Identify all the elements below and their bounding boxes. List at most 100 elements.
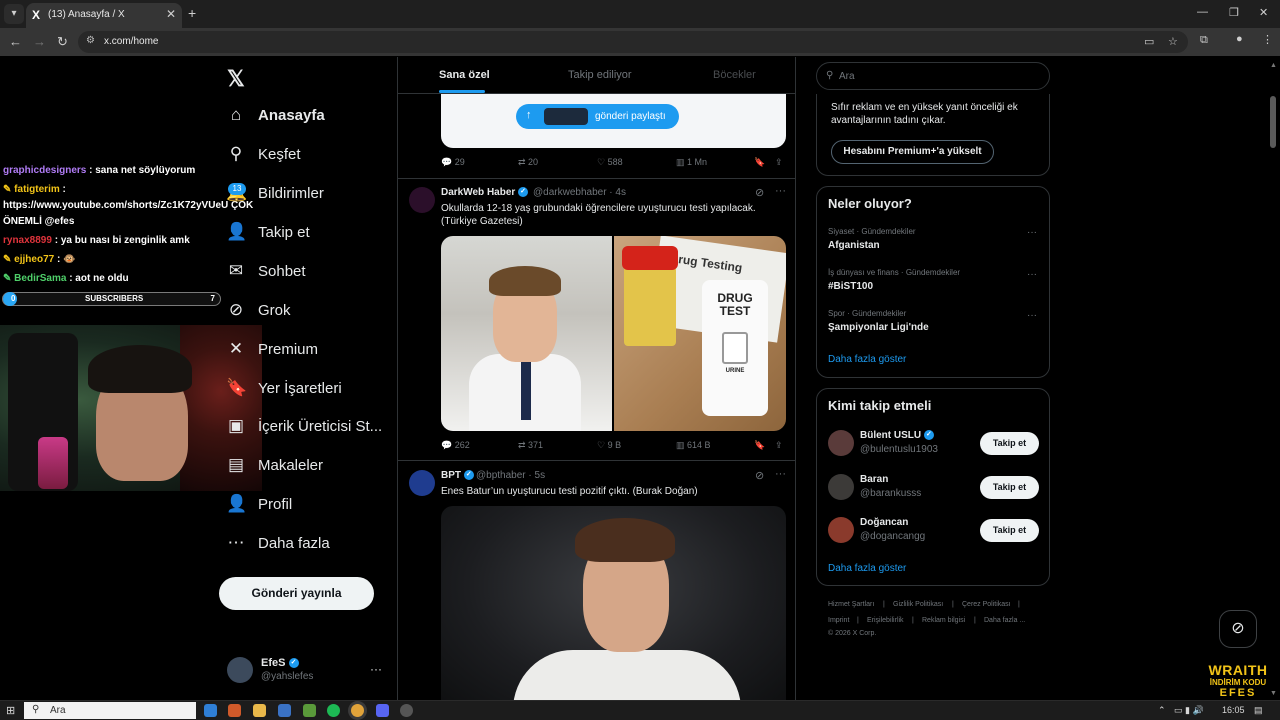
who-to-follow-show-more-link[interactable]: Daha fazla göster [828,563,906,574]
bookmark-star-icon[interactable]: ☆ [1168,35,1178,48]
nav-premium[interactable]: ✕ Premium [226,335,318,363]
tab-following[interactable]: Takip ediliyor [568,69,632,81]
nav-bookmarks[interactable]: 🔖 Yer İşaretleri [226,374,342,402]
forward-icon[interactable]: → [33,34,46,49]
reply-button[interactable]: 💬 29 [441,157,465,168]
account-avatar[interactable] [227,657,253,683]
suggested-user-avatar[interactable] [828,517,854,543]
compose-post-button[interactable]: Gönderi yayınla [219,577,374,610]
views-button[interactable]: ▥ 1 Mn [676,157,707,168]
outlook-icon[interactable] [278,704,291,717]
footer-link[interactable]: Reklam bilgisi [922,617,965,624]
nav-follow[interactable]: 👤 Takip et [226,218,310,246]
reply-button[interactable]: 💬 262 [441,440,470,451]
drug-test-photo[interactable]: Drug Testing DRUG TEST URINE [614,236,786,431]
notification-center-icon[interactable]: ▤ [1254,705,1263,716]
suggested-user-avatar[interactable] [828,474,854,500]
scroll-up-icon[interactable]: ▲ [1270,62,1277,69]
nav-profile[interactable]: 👤 Profil [226,490,292,518]
account-menu-icon[interactable]: ··· [370,662,382,676]
trend-more-icon[interactable]: ··· [1027,310,1037,321]
browser-menu-icon[interactable]: ⋮ [1262,33,1273,46]
follow-button[interactable]: Takip et [980,476,1039,499]
x-logo-icon[interactable]: 𝕏 [227,66,245,92]
repost-button[interactable]: ⇄ 20 [518,157,538,168]
shared-post-pill[interactable]: ↑ gönderi paylaştı [516,104,679,129]
footer-link[interactable]: Çerez Politikası [962,601,1011,608]
url-field[interactable]: ⚙ x.com/home ▭ ☆ [78,31,1188,53]
file-explorer-icon[interactable] [253,704,266,717]
scroll-down-icon[interactable]: ▼ [1270,690,1277,697]
grok-floating-button[interactable]: ⊘ [1219,610,1257,648]
like-button[interactable]: ♡ 9 B [597,440,621,451]
nav-articles[interactable]: ▤ Makaleler [226,451,323,479]
site-info-icon[interactable]: ⚙ [86,35,95,46]
discord-icon[interactable] [376,704,389,717]
nav-grok[interactable]: ⊘ Grok [226,296,291,324]
trend-item[interactable]: Afganistan [828,240,880,251]
suggested-user-avatar[interactable] [828,430,854,456]
tray-chevron-icon[interactable]: ⌃ [1158,705,1166,716]
post-media-grid[interactable]: Drug Testing DRUG TEST URINE [441,236,786,431]
post-avatar[interactable] [409,187,435,213]
nav-more[interactable]: ⋯ Daha fazla [226,529,330,557]
post-avatar[interactable] [409,470,435,496]
search-input[interactable]: ⚲ Ara [816,62,1050,90]
follow-button[interactable]: Takip et [980,432,1039,455]
repost-button[interactable]: ⇄ 371 [518,440,543,451]
account-name[interactable]: EfeS ✓ [261,657,299,669]
obs-icon[interactable] [400,704,413,717]
tray-apps-icon[interactable]: ▭ ▮ 🔊 [1174,705,1204,716]
photos-icon[interactable] [303,704,316,717]
trend-more-icon[interactable]: ··· [1027,227,1037,238]
page-scrollbar[interactable] [1270,96,1276,148]
windows-start-icon[interactable]: ⊞ [6,704,15,717]
tab-for-you[interactable]: Sana özel [439,69,490,81]
trend-more-icon[interactable]: ··· [1027,269,1037,280]
spotify-icon[interactable] [327,704,340,717]
reload-icon[interactable]: ↻ [57,34,68,50]
suggested-user-name[interactable]: Doğancan [860,517,908,528]
restore-icon[interactable]: ❐ [1229,6,1239,19]
footer-link[interactable]: Gizlilik Politikası [893,601,943,608]
tab-close-icon[interactable]: ✕ [166,7,176,21]
window-close-icon[interactable]: ✕ [1259,6,1268,19]
nav-chat[interactable]: ✉ Sohbet [226,257,306,285]
taskbar-search[interactable]: ⚲ Ara [24,702,196,719]
suggested-user-name[interactable]: Bülent USLU ✓ [860,430,934,441]
browser-tab[interactable]: X (13) Anasayfa / X ✕ [26,3,182,28]
share-button[interactable]: ⇪ [775,440,783,451]
post-more-icon[interactable]: ··· [775,468,786,480]
tab-list-chevron-icon[interactable]: ▾ [4,4,24,24]
nav-creator-studio[interactable]: ▣ İçerik Üreticisi St... [226,412,382,440]
trend-item[interactable]: #BiST100 [828,281,873,292]
post-more-icon[interactable]: ··· [775,185,786,197]
suggested-user-name[interactable]: Baran [860,474,888,485]
grok-analyze-icon[interactable]: ⊘ [755,186,764,199]
cast-icon[interactable]: ▭ [1144,35,1154,48]
trend-item[interactable]: Şampiyonlar Ligi'nde [828,322,929,333]
footer-link[interactable]: Imprint [828,617,849,624]
trends-show-more-link[interactable]: Daha fazla göster [828,354,906,365]
upgrade-premium-button[interactable]: Hesabını Premium+'a yükselt [831,140,994,164]
edge-icon[interactable] [204,704,217,717]
bookmark-button[interactable]: 🔖 [754,157,765,168]
footer-link[interactable]: Erişilebilirlik [867,617,904,624]
post-author[interactable]: BPT ✓ [441,470,474,481]
clock[interactable]: 16:05 [1222,705,1245,715]
post-media-portrait[interactable] [441,506,786,700]
footer-link[interactable]: Hizmet Şartları [828,601,874,608]
new-tab-icon[interactable]: + [188,5,196,21]
grok-analyze-icon[interactable]: ⊘ [755,469,764,482]
follow-button[interactable]: Takip et [980,519,1039,542]
like-button[interactable]: ♡ 588 [597,157,623,168]
share-button[interactable]: ⇪ [775,157,783,168]
extensions-icon[interactable]: ⧉ [1200,34,1208,47]
chrome-icon[interactable] [351,704,364,717]
footer-link[interactable]: Daha fazla ... [984,617,1025,624]
copilot-icon[interactable] [228,704,241,717]
minimize-icon[interactable]: — [1197,6,1208,18]
back-icon[interactable]: ← [9,34,22,49]
schoolboy-photo[interactable] [441,236,612,431]
profile-avatar-icon[interactable]: ● [1236,33,1243,45]
